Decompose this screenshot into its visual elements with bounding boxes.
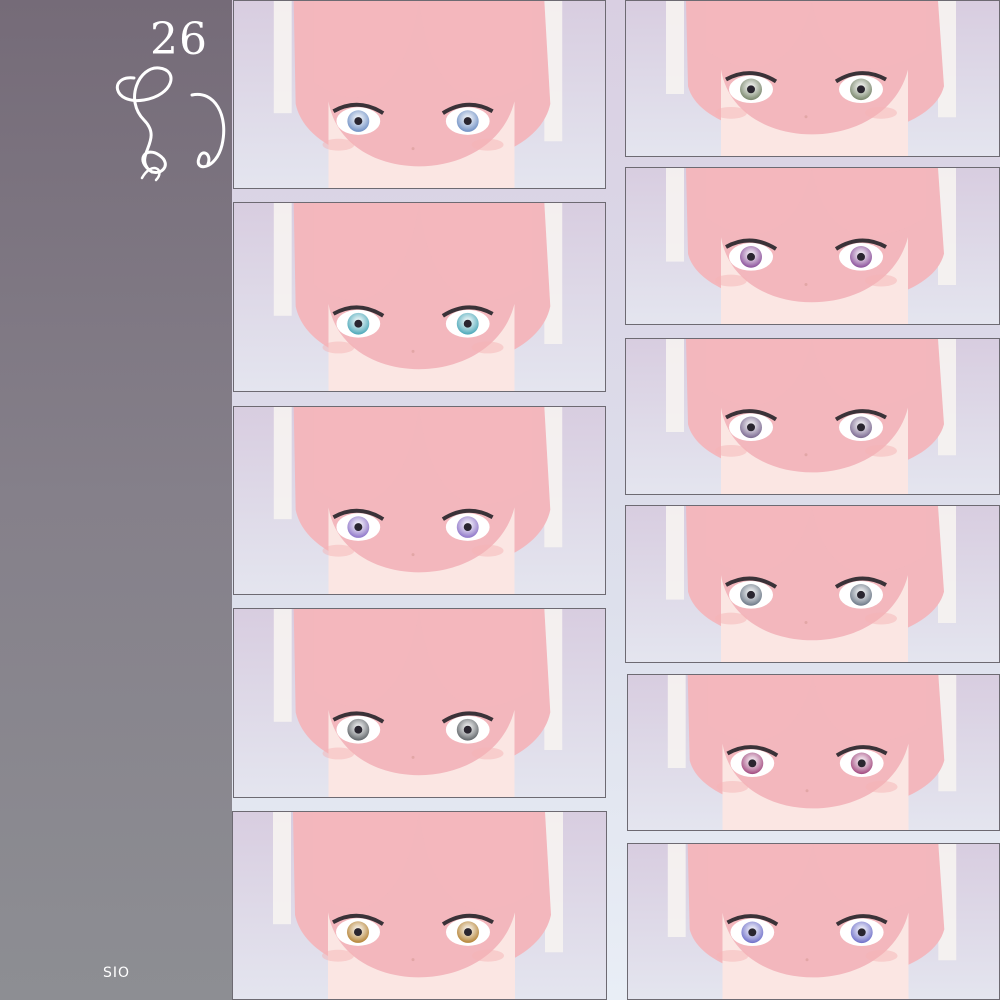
periwinkle-eye-icon: [667, 844, 957, 999]
gray-eye-icon: [273, 609, 563, 797]
olive-eye-icon: [666, 1, 956, 156]
eye-variant-panel: [625, 0, 1000, 157]
eye-variant-panel: [627, 843, 1000, 1000]
eye-variant-panel: [232, 811, 607, 1000]
amber-eye-icon: [273, 812, 563, 999]
page-number: 26: [150, 14, 208, 65]
purple-eye-icon: [666, 168, 956, 324]
eye-variant-panel: [625, 167, 1000, 325]
eye-variant-panel: [625, 338, 1000, 495]
eye-variant-panel: [233, 0, 606, 189]
magenta-eye-icon: [667, 675, 957, 830]
eye-variant-panel: [233, 406, 606, 595]
eye-variant-panel: [627, 674, 1000, 831]
eye-variant-panel: [233, 202, 606, 392]
eye-variant-panel: [625, 505, 1000, 663]
artist-credit: SIO: [103, 965, 131, 981]
signature-logo: [116, 66, 226, 182]
eye-variant-panel: [233, 608, 606, 798]
slate-eye-icon: [666, 506, 956, 662]
lavender-eye-icon: [666, 339, 956, 494]
blue-eye-icon: [273, 1, 563, 188]
teal-eye-icon: [273, 203, 563, 391]
sidebar: 26 SIO: [0, 0, 232, 1000]
violet-eye-icon: [273, 407, 563, 594]
